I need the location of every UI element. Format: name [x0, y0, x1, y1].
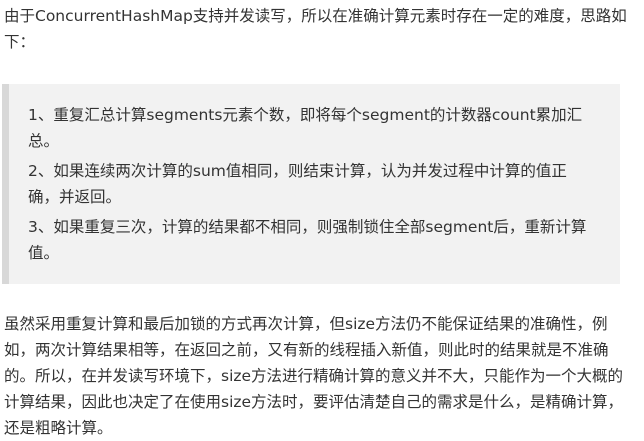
step-item: 2、如果连续两次计算的sum值相同，则结束计算，认为并发过程中计算的值正确，并返… [28, 162, 567, 206]
conclusion-paragraph: 虽然采用重复计算和最后加锁的方式再次计算，但size方法仍不能保证结果的准确性，… [4, 315, 624, 437]
step-item: 3、如果重复三次，计算的结果都不相同，则强制锁住全部segment后，重新计算值… [28, 218, 587, 262]
intro-paragraph: 由于ConcurrentHashMap支持并发读写，所以在准确计算元素时存在一定… [4, 7, 627, 51]
step-item: 1、重复汇总计算segments元素个数，即将每个segment的计数器coun… [28, 106, 583, 150]
blockquote: 1、重复汇总计算segments元素个数，即将每个segment的计数器coun… [2, 84, 620, 284]
